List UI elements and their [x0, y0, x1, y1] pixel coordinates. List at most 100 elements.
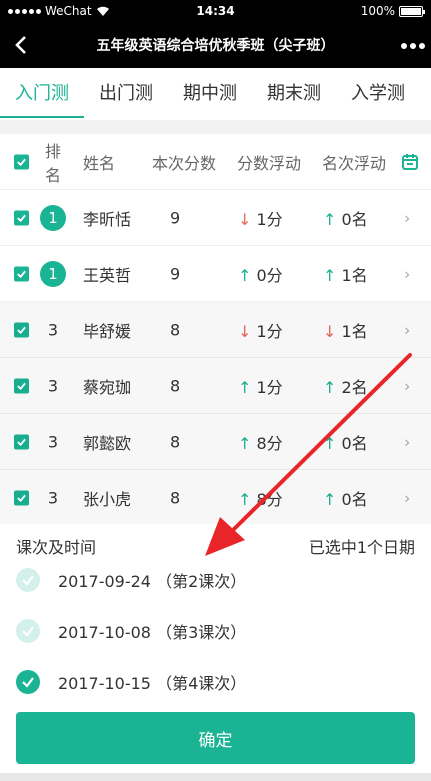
- date-option-label: 2017-10-08 （第3课次）: [58, 623, 247, 642]
- table-row[interactable]: 3 郭懿欧 8 ↑ 8分 ↑ 0名 ›: [0, 414, 431, 470]
- page-title: 五年级英语综合培优秋季班（尖子班）: [96, 38, 335, 54]
- rank-change-value: 0名: [341, 489, 368, 509]
- row-checkbox[interactable]: [14, 322, 29, 337]
- carrier-label: WeChat: [45, 4, 92, 18]
- panel-title: 课次及时间: [16, 538, 97, 557]
- date-selection-panel: 课次及时间 已选中1个日期 2017-09-24 （第2课次） 2017-10-…: [0, 524, 431, 781]
- date-option-label: 2017-09-24 （第2课次）: [58, 572, 247, 591]
- bottom-strip: [0, 773, 431, 781]
- date-option[interactable]: 2017-10-08 （第3课次）: [16, 616, 246, 646]
- date-option[interactable]: 2017-10-15 （第4课次）: [16, 667, 246, 697]
- score-change-value: 8分: [256, 433, 283, 453]
- row-checkbox[interactable]: [14, 378, 29, 393]
- student-name: 张小虎: [83, 489, 132, 509]
- rank-change-value: 2名: [341, 377, 368, 397]
- score-change: ↑ 0分: [238, 262, 283, 286]
- header-score-change: 分数浮动: [237, 153, 302, 173]
- arrow-up-icon: ↑: [323, 377, 337, 397]
- rank-change: ↑ 0名: [323, 206, 368, 230]
- tab-exit-test[interactable]: 出门测: [84, 68, 168, 120]
- student-name: 郭懿欧: [83, 433, 132, 453]
- row-checkbox[interactable]: [14, 434, 29, 449]
- select-all-checkbox[interactable]: [14, 154, 29, 169]
- arrow-up-icon: ↑: [238, 433, 252, 453]
- radio-unchecked-icon: [16, 568, 40, 592]
- score-change: ↑ 8分: [238, 430, 283, 454]
- tab-admission-test[interactable]: 入学测: [336, 68, 420, 120]
- status-right: 100%: [360, 4, 425, 18]
- score-change-value: 1分: [256, 209, 283, 229]
- back-button[interactable]: [10, 30, 34, 60]
- score-change: ↑ 1分: [238, 374, 283, 398]
- arrow-up-icon: ↑: [323, 209, 337, 229]
- score-value: 8: [170, 320, 181, 339]
- table-row[interactable]: 3 张小虎 8 ↑ 8分 ↑ 0名 ›: [0, 470, 431, 526]
- table-row[interactable]: 3 蔡宛珈 8 ↑ 1分 ↑ 2名 ›: [0, 358, 431, 414]
- confirm-button[interactable]: 确定: [16, 712, 415, 764]
- rank-change: ↑ 2名: [323, 374, 368, 398]
- wifi-icon: [96, 6, 109, 16]
- student-name: 蔡宛珈: [83, 377, 132, 397]
- radio-checked-icon: [16, 670, 40, 694]
- score-value: 8: [170, 432, 181, 451]
- header-score: 本次分数: [152, 153, 217, 173]
- rank-value: 3: [47, 376, 59, 395]
- signal-dots-icon: [8, 8, 41, 14]
- rank-cell: 1: [38, 204, 68, 231]
- score-change-value: 1分: [256, 377, 283, 397]
- rank-change: ↑ 0名: [323, 430, 368, 454]
- tab-final-test[interactable]: 期末测: [252, 68, 336, 120]
- rank-value: 3: [47, 488, 59, 507]
- chevron-right-icon[interactable]: ›: [404, 264, 410, 283]
- score-change: ↓ 1分: [238, 206, 283, 230]
- rank-cell: 3: [38, 488, 68, 507]
- table-row[interactable]: 1 李昕恬 9 ↓ 1分 ↑ 0名 ›: [0, 190, 431, 246]
- table-row[interactable]: 3 毕舒媛 8 ↓ 1分 ↓ 1名 ›: [0, 302, 431, 358]
- more-dots-icon[interactable]: [401, 43, 425, 49]
- test-tabs: 入门测 出门测 期中测 期末测 入学测: [0, 68, 431, 120]
- chevron-right-icon[interactable]: ›: [404, 488, 410, 507]
- rank-change-value: 0名: [341, 209, 368, 229]
- rank-change-value: 1名: [341, 321, 368, 341]
- rank-cell: 3: [38, 432, 68, 451]
- row-checkbox[interactable]: [14, 266, 29, 281]
- score-change-value: 0分: [256, 265, 283, 285]
- tab-entry-test[interactable]: 入门测: [0, 68, 84, 120]
- battery-icon: [399, 5, 425, 17]
- rank-change-value: 1名: [341, 265, 368, 285]
- status-time: 14:34: [196, 4, 235, 18]
- header-rank: 排名: [44, 141, 61, 185]
- score-change-value: 1分: [256, 321, 283, 341]
- rank-value: 3: [47, 432, 59, 451]
- arrow-down-icon: ↓: [238, 209, 252, 229]
- date-option[interactable]: 2017-09-24 （第2课次）: [16, 565, 246, 595]
- arrow-up-icon: ↑: [323, 265, 337, 285]
- date-option-label: 2017-10-15 （第4课次）: [58, 674, 247, 693]
- score-value: 9: [170, 208, 181, 227]
- rank-cell: 1: [38, 260, 68, 287]
- arrow-down-icon: ↓: [323, 321, 337, 341]
- chevron-right-icon[interactable]: ›: [404, 320, 410, 339]
- student-name: 毕舒媛: [83, 321, 132, 341]
- arrow-up-icon: ↑: [238, 265, 252, 285]
- rank-cell: 3: [38, 320, 68, 339]
- chevron-right-icon[interactable]: ›: [404, 208, 410, 227]
- score-change-value: 8分: [256, 489, 283, 509]
- row-checkbox[interactable]: [14, 490, 29, 505]
- row-checkbox[interactable]: [14, 210, 29, 225]
- calendar-icon[interactable]: [401, 153, 419, 171]
- student-name: 李昕恬: [83, 209, 132, 229]
- chevron-right-icon[interactable]: ›: [404, 376, 410, 395]
- score-value: 9: [170, 264, 181, 283]
- arrow-up-icon: ↑: [238, 377, 252, 397]
- battery-percent: 100%: [360, 4, 395, 18]
- header-name: 姓名: [83, 153, 116, 173]
- chevron-right-icon[interactable]: ›: [404, 432, 410, 451]
- table-row[interactable]: 1 王英哲 9 ↑ 0分 ↑ 1名 ›: [0, 246, 431, 302]
- rank-badge: 1: [40, 260, 66, 287]
- status-left: WeChat: [8, 4, 110, 18]
- rank-change: ↑ 1名: [323, 262, 368, 286]
- rank-change: ↑ 0名: [323, 486, 368, 510]
- tab-midterm-test[interactable]: 期中测: [168, 68, 252, 120]
- rank-change-value: 0名: [341, 433, 368, 453]
